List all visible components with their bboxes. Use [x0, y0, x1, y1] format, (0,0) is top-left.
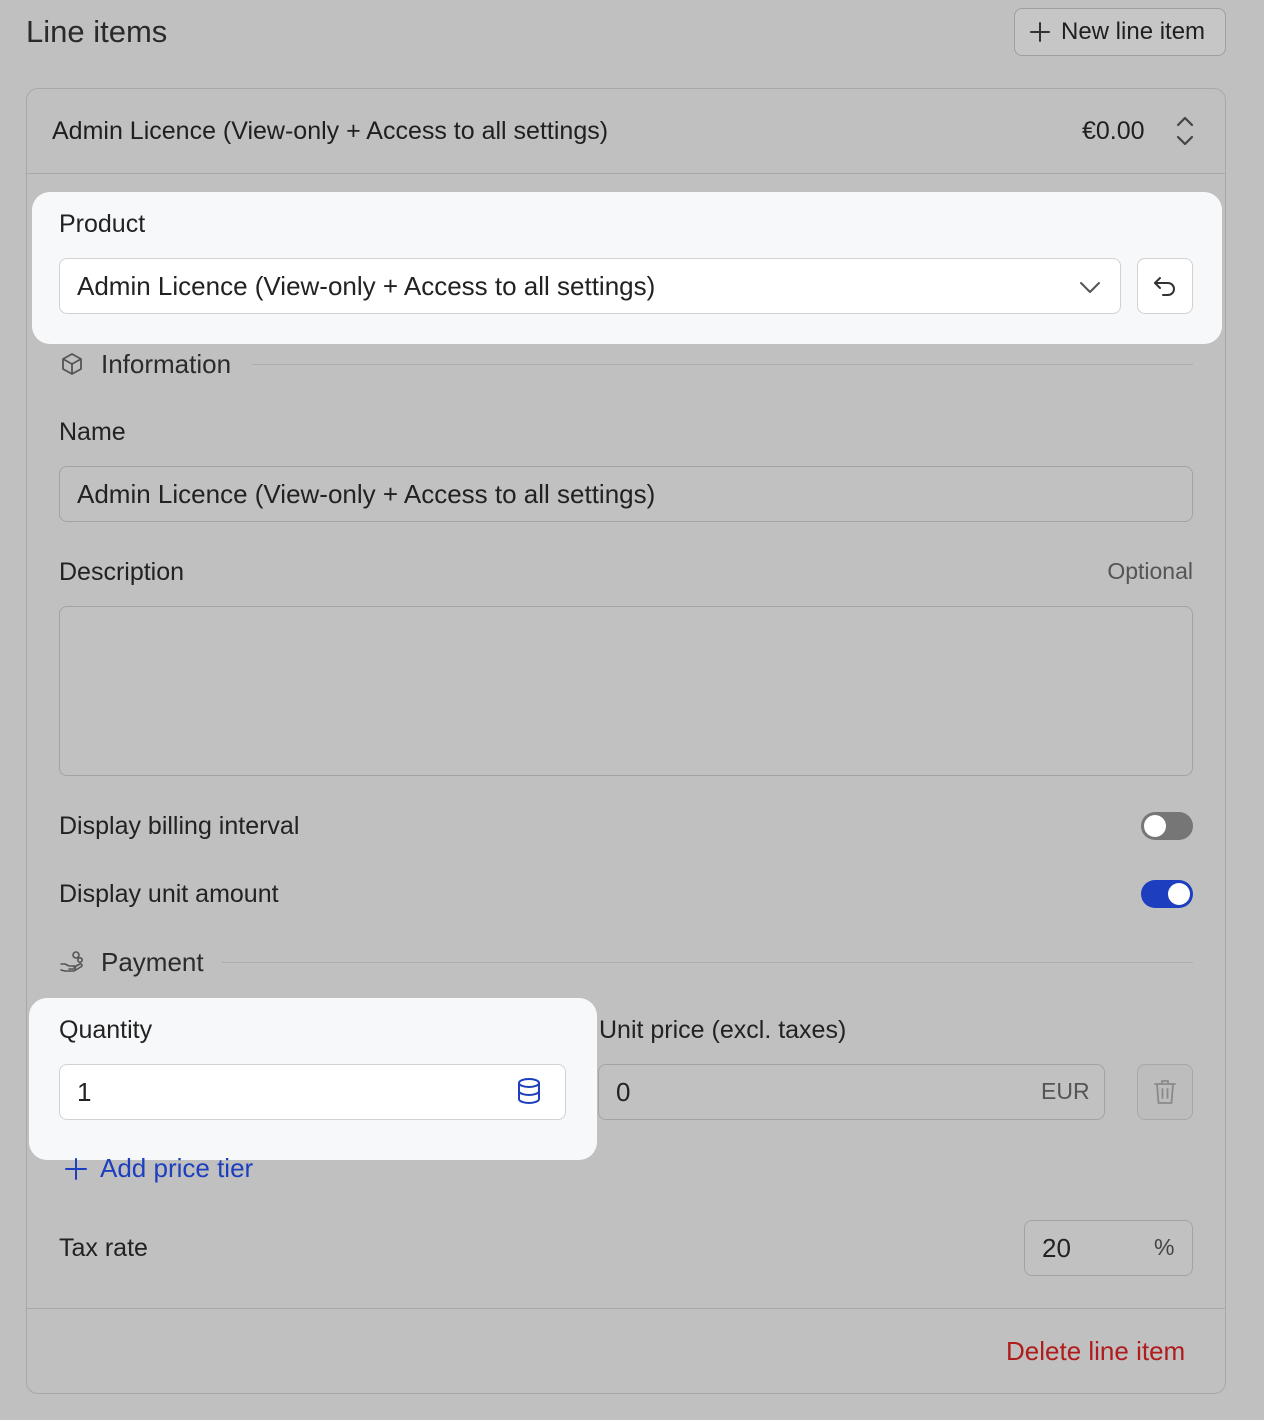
name-input-value: Admin Licence (View-only + Access to all… — [77, 478, 656, 509]
product-select-value: Admin Licence (View-only + Access to all… — [77, 270, 656, 301]
tax-rate-label: Tax rate — [59, 1234, 148, 1262]
tax-rate-unit: % — [1154, 1234, 1175, 1260]
header-divider — [27, 173, 1225, 174]
database-icon[interactable] — [514, 1076, 544, 1106]
line-item-header-title[interactable]: Admin Licence (View-only + Access to all… — [52, 114, 608, 148]
toggle-knob — [1168, 883, 1190, 905]
unit-price-input[interactable]: 0 — [598, 1064, 1105, 1120]
new-line-item-label: New line item — [1061, 18, 1206, 45]
unit-price-value: 0 — [616, 1076, 631, 1107]
delete-tier-button[interactable] — [1137, 1064, 1193, 1120]
description-optional-label: Optional — [1107, 558, 1193, 584]
information-divider — [252, 364, 1193, 365]
delete-line-item-button[interactable]: Delete line item — [1006, 1334, 1185, 1368]
currency-label: EUR — [1041, 1078, 1090, 1104]
line-item-header-amount: €0.00 — [1082, 117, 1145, 145]
information-group-head: Information — [59, 346, 231, 382]
toggle-knob — [1144, 815, 1166, 837]
quantity-label: Quantity — [59, 1016, 153, 1044]
product-select[interactable]: Admin Licence (View-only + Access to all… — [59, 258, 1121, 314]
unit-amount-label: Display unit amount — [59, 880, 279, 908]
add-price-tier-button[interactable]: Add price tier — [64, 1153, 253, 1184]
quantity-input[interactable]: 1 — [59, 1064, 566, 1120]
undo-icon — [1154, 277, 1175, 296]
information-heading: Information — [101, 348, 232, 379]
section-title: Line items — [26, 14, 168, 49]
cube-icon — [62, 353, 82, 375]
billing-interval-label: Display billing interval — [59, 812, 300, 840]
plus-icon — [65, 1157, 87, 1180]
plus-icon — [1030, 22, 1050, 42]
tax-rate-value: 20 — [1042, 1232, 1071, 1263]
name-label: Name — [59, 418, 126, 446]
quantity-value: 1 — [77, 1076, 92, 1107]
new-line-item-button[interactable]: New line item — [1014, 8, 1226, 56]
reset-product-button[interactable] — [1137, 258, 1193, 314]
chevron-down-icon[interactable] — [1077, 274, 1103, 300]
description-label: Description — [59, 558, 185, 586]
hand-coins-icon — [60, 951, 83, 972]
chevron-up-down-icon[interactable] — [1172, 112, 1198, 150]
product-label: Product — [59, 210, 146, 238]
billing-interval-toggle[interactable] — [1141, 812, 1193, 840]
description-textarea[interactable] — [59, 606, 1193, 776]
unit-amount-toggle[interactable] — [1141, 880, 1193, 908]
trash-icon — [1154, 1080, 1176, 1104]
payment-heading: Payment — [101, 946, 204, 977]
payment-group-head: Payment — [59, 944, 204, 980]
footer-divider — [27, 1308, 1225, 1309]
add-price-tier-label: Add price tier — [100, 1153, 254, 1183]
name-input[interactable]: Admin Licence (View-only + Access to all… — [59, 466, 1193, 522]
unit-price-label: Unit price (excl. taxes) — [599, 1016, 847, 1044]
payment-divider — [222, 962, 1193, 963]
